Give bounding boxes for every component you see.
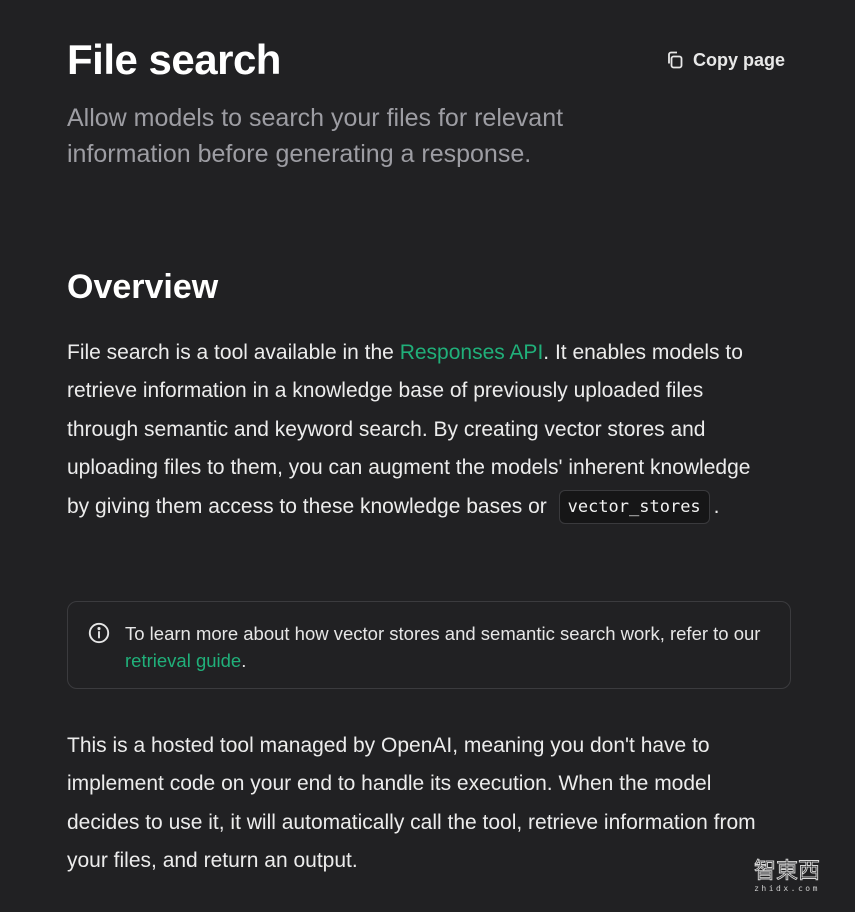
copy-page-button[interactable]: Copy page [665,48,785,72]
para1-text-end: . [713,494,720,518]
callout-text-start: To learn more about how vector stores an… [125,623,761,644]
watermark-logo: 智東西 zhidx.com [739,854,835,894]
callout-text-end: . [241,650,247,671]
vector-stores-code: vector_stores [558,489,710,524]
page-subtitle: Allow models to search your files for re… [67,104,564,168]
responses-api-link[interactable]: Responses API [400,341,544,364]
title-row: File search Copy page [67,32,795,88]
hosted-tool-paragraph: This is a hosted tool managed by OpenAI,… [67,734,756,873]
watermark-sub: zhidx.com [754,884,820,893]
callout-text: To learn more about how vector stores an… [125,620,765,674]
copy-page-label: Copy page [692,50,785,70]
page-title: File search [67,36,281,83]
copy-icon [665,50,685,70]
retrieval-guide-link[interactable]: retrieval guide [125,650,241,671]
info-callout: To learn more about how vector stores an… [67,601,791,689]
overview-heading: Overview [67,268,219,306]
info-icon [88,622,110,644]
overview-paragraph: File search is a tool available in the R… [67,334,777,526]
para1-text-start: File search is a tool available in the [67,341,400,364]
watermark-main: 智東西 [754,859,820,884]
